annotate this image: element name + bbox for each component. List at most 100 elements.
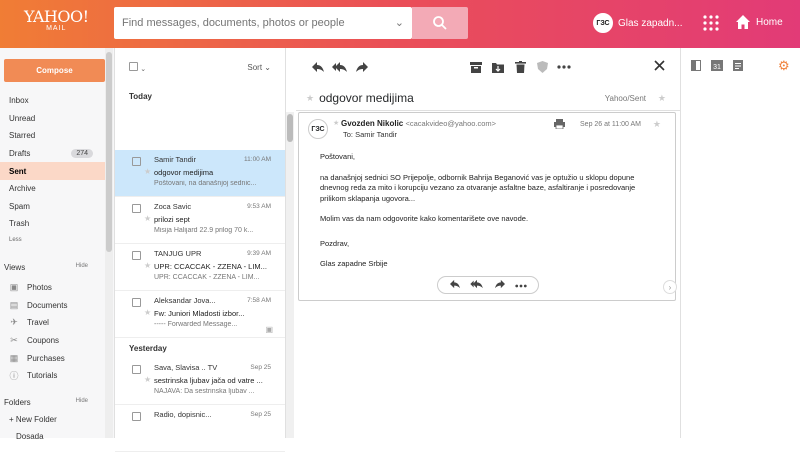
star-icon[interactable]: ★: [658, 93, 666, 104]
folder-sent[interactable]: Sent: [0, 162, 105, 180]
list-item[interactable]: ★ Aleksandar Jova... 7:58 AM Fw: Juniori…: [115, 291, 285, 338]
folder-inbox[interactable]: Inbox: [0, 92, 105, 110]
sender-email: <cacakvideo@yahoo.com>: [405, 119, 497, 128]
message-card: ГЗС ★ Gvozden Nikolic <cacakvideo@yahoo.…: [298, 112, 676, 301]
star-icon[interactable]: ★: [144, 167, 151, 176]
forward-icon[interactable]: [351, 59, 373, 75]
message-checkbox[interactable]: [132, 298, 141, 307]
list-item[interactable]: Radio, dopisnic... Sep 25: [115, 405, 285, 452]
views-hide-link[interactable]: Hide: [76, 263, 88, 272]
compose-button[interactable]: Compose: [4, 59, 105, 82]
star-icon[interactable]: ★: [306, 93, 314, 104]
list-scrollbar[interactable]: [286, 112, 294, 438]
star-icon[interactable]: ★: [333, 119, 339, 127]
body-paragraph: na današnjoj sednici SO Prijepolje, odbo…: [320, 172, 636, 203]
star-icon[interactable]: ★: [144, 261, 151, 270]
home-button[interactable]: Home: [735, 14, 783, 30]
folder-spam[interactable]: Spam: [0, 198, 105, 216]
view-label: Documents: [27, 300, 68, 310]
archive-icon[interactable]: [465, 59, 487, 75]
sender-name[interactable]: Gvozden Nikolic: [341, 119, 403, 128]
folder-label: Archive: [9, 184, 36, 194]
message-subject: sestrinska ljubav jača od vatre ...: [154, 376, 263, 385]
message-from: Sava, Slavisa .. TV: [154, 363, 218, 372]
more-options-icon[interactable]: [553, 59, 575, 75]
search-button[interactable]: [412, 7, 468, 39]
folder-dosada[interactable]: Dosada: [16, 432, 44, 441]
sender-avatar: ГЗС: [308, 119, 328, 139]
folder-archive[interactable]: Archive: [0, 180, 105, 198]
message-checkbox[interactable]: [132, 365, 141, 374]
folder-unread[interactable]: Unread: [0, 110, 105, 128]
select-all-checkbox[interactable]: ⌄: [129, 61, 146, 73]
folder-drafts[interactable]: Drafts 274: [0, 145, 105, 163]
sort-button[interactable]: Sort ⌄: [247, 63, 271, 72]
star-icon[interactable]: ★: [653, 119, 661, 130]
list-item[interactable]: ★ Sava, Slavisa .. TV Sep 25 sestrinska …: [115, 358, 285, 405]
delete-icon[interactable]: [509, 59, 531, 75]
scissors-icon: ✂: [10, 335, 18, 346]
yahoo-mail-logo[interactable]: YAHOO! MAIL: [24, 9, 89, 33]
search-input[interactable]: [114, 7, 384, 39]
print-icon[interactable]: [554, 119, 565, 131]
plane-icon: ✈: [10, 317, 18, 328]
sender-line: Gvozden Nikolic <cacakvideo@yahoo.com>: [341, 119, 496, 128]
move-folder-icon[interactable]: [487, 59, 509, 75]
scrollbar-thumb[interactable]: [287, 114, 293, 142]
forward-icon[interactable]: [494, 279, 506, 291]
chevron-down-icon[interactable]: ⌄: [395, 16, 404, 29]
message-checkbox[interactable]: [132, 251, 141, 260]
chevron-down-icon[interactable]: ⌄: [140, 66, 146, 73]
contacts-icon[interactable]: [691, 60, 701, 73]
message-snippet: Poštovani, na današnjoj sednic...: [154, 180, 257, 187]
calendar-icon[interactable]: 31: [711, 60, 723, 73]
message-snippet: NAJAVA: Da sestrinska ljubav ...: [154, 388, 255, 395]
avatar: ГЗС: [593, 13, 613, 33]
folder-label: Drafts: [9, 149, 31, 159]
spam-shield-icon[interactable]: [531, 59, 553, 75]
scrollbar-thumb[interactable]: [106, 52, 112, 252]
close-icon[interactable]: [654, 60, 665, 73]
list-item[interactable]: ★ Zoca Savic 9:53 AM prilozi sept Misija…: [115, 197, 285, 244]
day-header-today: Today: [129, 91, 152, 101]
star-icon[interactable]: ★: [144, 214, 151, 223]
profile-menu[interactable]: ГЗС Glas zapadn...: [593, 13, 682, 33]
reply-icon[interactable]: [449, 279, 461, 291]
chevron-right-icon[interactable]: ›: [663, 280, 677, 294]
message-from: Samir Tandir: [154, 155, 196, 164]
gear-icon[interactable]: ⚙: [778, 58, 790, 74]
view-coupons[interactable]: ✂ Coupons: [9, 332, 67, 350]
folder-label: Sent: [9, 166, 27, 176]
view-travel[interactable]: ✈ Travel: [9, 314, 67, 332]
star-icon[interactable]: ★: [144, 308, 151, 317]
list-item[interactable]: ★ TANJUG UPR 9:39 AM UPR: CCACCAK - ZZEN…: [115, 244, 285, 291]
message-checkbox[interactable]: [132, 412, 141, 421]
list-item[interactable]: ★ Samir Tandir 11:00 AM odgovor medijima…: [115, 150, 285, 197]
message-date: Sep 26 at 11:00 AM: [580, 121, 641, 128]
view-tutorials[interactable]: ⓘ Tutorials: [9, 367, 67, 385]
message-time: Sep 25: [250, 411, 271, 418]
reply-icon[interactable]: [307, 59, 329, 75]
folder-trash[interactable]: Trash: [0, 215, 105, 233]
folders-hide-link[interactable]: Hide: [76, 398, 88, 407]
sidebar-scrollbar[interactable]: [105, 48, 113, 438]
apps-grid-icon[interactable]: [703, 15, 719, 33]
reply-all-icon[interactable]: [470, 279, 484, 291]
folders-title: Folders: [4, 398, 31, 407]
reply-all-icon[interactable]: [329, 59, 351, 75]
message-checkbox[interactable]: [132, 157, 141, 166]
message-from: TANJUG UPR: [154, 249, 202, 258]
view-purchases[interactable]: ▦ Purchases: [9, 349, 67, 367]
more-options-icon[interactable]: [515, 281, 527, 290]
view-photos[interactable]: ▣ Photos: [9, 279, 67, 297]
subject-bar: ★ odgovor medijima Yahoo/Sent ★: [296, 86, 680, 111]
view-documents[interactable]: ▤ Documents: [9, 297, 68, 315]
new-folder-button[interactable]: + New Folder: [9, 415, 57, 424]
folder-starred[interactable]: Starred: [0, 127, 105, 145]
message-checkbox[interactable]: [132, 204, 141, 213]
right-sidebar: 31 ⚙: [680, 48, 800, 438]
less-link[interactable]: Less: [0, 233, 105, 248]
star-icon[interactable]: ★: [144, 375, 151, 384]
notepad-icon[interactable]: [733, 60, 743, 73]
